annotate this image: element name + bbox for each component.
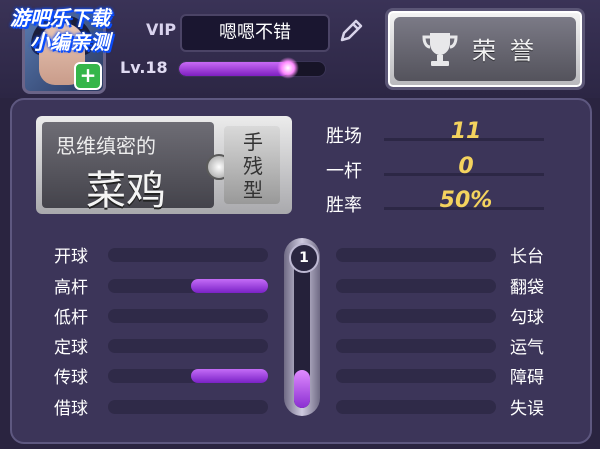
stat-value-one-shot: 0 (458, 154, 474, 179)
watermark-line-2: 小编亲测 (30, 30, 110, 54)
title-type-plate: 手残型 (224, 126, 280, 204)
title-adjective: 思维缜密的 (56, 134, 156, 158)
title-type: 手残型 (243, 130, 263, 202)
honor-button[interactable]: 荣誉 (385, 8, 585, 90)
skill-label-right-5: 失误 (510, 399, 544, 419)
xp-bar-glow (276, 57, 299, 79)
stat-label-wins: 胜场 (326, 126, 362, 147)
title-main: 菜鸡 (86, 168, 166, 214)
honor-button-face: 荣誉 (394, 17, 576, 81)
skill-track-left-2 (108, 309, 268, 323)
skill-label-right-3: 运气 (510, 338, 544, 358)
stat-label-win-rate: 胜率 (326, 195, 362, 216)
skill-track-left-0 (108, 248, 268, 262)
skill-label-right-4: 障碍 (510, 368, 544, 388)
xp-bar-fill (179, 62, 289, 76)
skill-track-right-1 (336, 279, 496, 293)
honor-button-label: 荣誉 (472, 37, 548, 65)
skill-track-left-3 (108, 339, 268, 353)
edit-pencil-icon[interactable] (336, 16, 366, 46)
skill-label-right-2: 勾球 (510, 308, 544, 328)
xp-bar (178, 61, 326, 77)
player-title-card: 思维缜密的 菜鸡 手残型 (36, 116, 292, 214)
cue-knob (294, 370, 310, 408)
skill-track-right-2 (336, 309, 496, 323)
watermark: 游吧乐下载 小编亲测 (10, 6, 110, 54)
skill-label-left-2: 低杆 (54, 308, 88, 328)
trophy-icon (422, 33, 458, 66)
cue-level-badge: 1 (289, 243, 319, 273)
add-avatar-button[interactable]: + (74, 62, 102, 90)
player-name: 嗯嗯不错 (219, 22, 291, 43)
skill-fill-left-1 (191, 279, 268, 293)
stat-value-wins: 11 (450, 119, 482, 144)
skill-label-right-1: 翻袋 (510, 278, 544, 298)
watermark-line-1: 游吧乐下载 (10, 6, 110, 30)
cue-level-slider: 1 (284, 238, 320, 416)
player-level: Lv.18 (120, 58, 168, 77)
stat-value-win-rate: 50% (439, 188, 493, 213)
vip-badge: VIP (146, 20, 177, 39)
player-name-field[interactable]: 嗯嗯不错 (180, 14, 330, 52)
skill-label-left-1: 高杆 (54, 278, 88, 298)
stat-label-one-shot: 一杆 (326, 161, 362, 182)
skill-track-right-4 (336, 369, 496, 383)
skill-track-right-5 (336, 400, 496, 414)
title-plate: 思维缜密的 菜鸡 (42, 122, 214, 214)
skill-fill-left-4 (191, 369, 268, 383)
skill-track-right-3 (336, 339, 496, 353)
skill-track-left-4 (108, 369, 268, 383)
skill-label-left-0: 开球 (54, 247, 88, 267)
skill-label-left-3: 定球 (54, 338, 88, 358)
skill-track-right-0 (336, 248, 496, 262)
skill-label-left-5: 借球 (54, 399, 88, 419)
skill-label-right-0: 长台 (510, 247, 544, 267)
skill-track-left-1 (108, 279, 268, 293)
skill-track-left-5 (108, 400, 268, 414)
skill-label-left-4: 传球 (54, 368, 88, 388)
